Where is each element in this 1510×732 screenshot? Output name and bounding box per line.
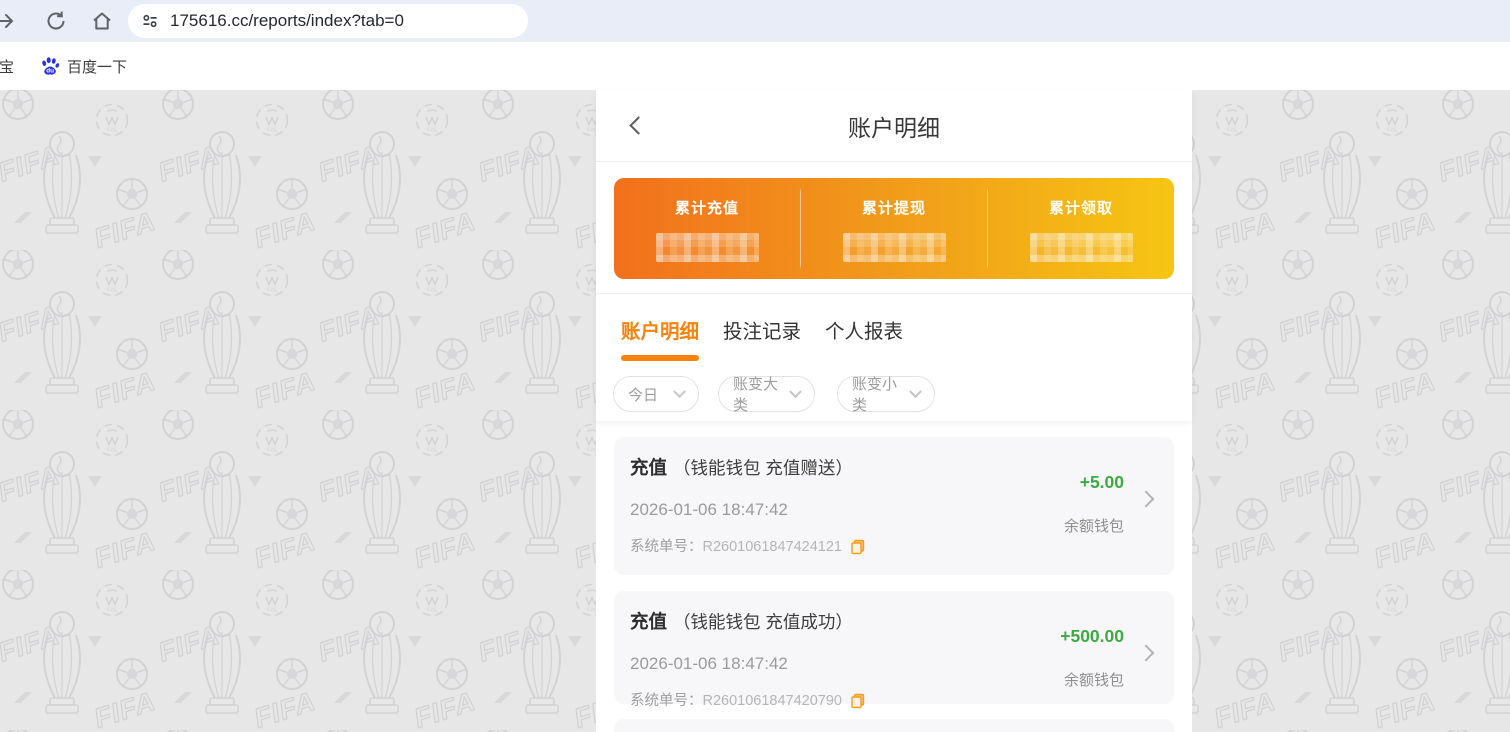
tab-bet-records[interactable]: 投注记录 bbox=[723, 318, 801, 361]
transaction-subtype: （钱能钱包 充值成功） bbox=[673, 612, 853, 632]
svg-text:du: du bbox=[46, 67, 54, 74]
chevron-down-icon bbox=[909, 384, 922, 398]
home-icon[interactable] bbox=[90, 9, 114, 33]
filter-label: 今日 bbox=[628, 386, 659, 404]
screen: 175616.cc/reports/index?tab=0 淘宝 du 百度一下 bbox=[0, 0, 1510, 732]
refresh-icon[interactable] bbox=[44, 9, 68, 33]
address-bar[interactable]: 175616.cc/reports/index?tab=0 bbox=[128, 4, 528, 38]
bookmark-taobao-label: 淘宝 bbox=[0, 58, 15, 76]
transaction-amount: +5.00 bbox=[1079, 472, 1124, 492]
chevron-right-icon[interactable] bbox=[1137, 644, 1155, 662]
transaction-datetime: 2026-01-06 18:47:42 bbox=[630, 654, 788, 673]
transaction-row[interactable]: 充值 （钱能钱包 充值成功） 2026-01-06 18:47:42 系统单号：… bbox=[614, 591, 1174, 709]
transaction-row[interactable]: 充值 （钱能钱包 充值赠送） 2026-01-06 18:47:42 系统单号：… bbox=[614, 437, 1174, 575]
bookmark-baidu[interactable]: du 百度一下 bbox=[40, 56, 127, 77]
filter-label: 账变大类 bbox=[733, 376, 779, 414]
order-number-label: 系统单号： bbox=[630, 693, 703, 709]
panel-top-section: 账户明细 累计充值 累计提现 累计领取 账户明细 投注记录 个人报表 今日 账变… bbox=[596, 90, 1192, 421]
bookmark-baidu-label: 百度一下 bbox=[67, 58, 128, 76]
summary-card: 累计充值 累计提现 累计领取 bbox=[614, 178, 1174, 279]
filter-major-category-dropdown[interactable]: 账变大类 bbox=[718, 376, 815, 414]
tab-label: 个人报表 bbox=[825, 321, 904, 343]
redacted-amount bbox=[1029, 233, 1133, 262]
filter-date-dropdown[interactable]: 今日 bbox=[613, 376, 699, 412]
redacted-amount bbox=[655, 233, 759, 262]
chevron-right-icon[interactable] bbox=[1137, 490, 1155, 508]
page-body: F26 FIFA bbox=[0, 90, 1510, 732]
summary-label: 累计充值 bbox=[674, 200, 739, 217]
order-number: R2601061847420790 bbox=[702, 693, 843, 709]
summary-label: 累计提现 bbox=[861, 200, 926, 217]
summary-total-claimed: 累计领取 bbox=[987, 178, 1174, 279]
browser-toolbar: 175616.cc/reports/index?tab=0 bbox=[0, 0, 1510, 42]
summary-total-withdraw: 累计提现 bbox=[800, 178, 987, 279]
transaction-subtype: （钱能钱包 充值赠送） bbox=[673, 458, 853, 478]
filter-minor-category-dropdown[interactable]: 账变小类 bbox=[837, 376, 935, 414]
summary-label: 累计领取 bbox=[1048, 200, 1113, 217]
tab-personal-report[interactable]: 个人报表 bbox=[825, 318, 903, 361]
transaction-type: 充值 bbox=[630, 457, 668, 478]
chevron-down-icon bbox=[673, 384, 686, 398]
active-tab-underline bbox=[621, 355, 700, 361]
url-text[interactable]: 175616.cc/reports/index?tab=0 bbox=[170, 11, 404, 31]
filter-label: 账变小类 bbox=[852, 376, 898, 414]
order-number-label: 系统单号： bbox=[630, 539, 703, 555]
transaction-type: 充值 bbox=[630, 611, 668, 632]
site-settings-icon[interactable] bbox=[141, 12, 159, 30]
transaction-amount: +500.00 bbox=[1060, 626, 1124, 646]
transaction-amount-block: +5.00 余额钱包 bbox=[1064, 473, 1124, 535]
panel-header: 账户明细 bbox=[596, 90, 1192, 162]
section-divider bbox=[596, 293, 1192, 294]
tab-label: 账户明细 bbox=[621, 321, 700, 343]
transaction-wallet: 余额钱包 bbox=[1063, 672, 1124, 689]
copy-icon[interactable] bbox=[850, 693, 866, 709]
order-number: R2601061847424121 bbox=[702, 539, 843, 555]
transaction-wallet: 余额钱包 bbox=[1063, 518, 1124, 535]
summary-total-recharge: 累计充值 bbox=[614, 178, 800, 279]
bookmark-taobao[interactable]: 淘宝 bbox=[0, 56, 14, 77]
account-panel: 账户明细 累计充值 累计提现 累计领取 账户明细 投注记录 个人报表 今日 账变… bbox=[596, 90, 1192, 732]
filter-bar: 今日 账变大类 账变小类 bbox=[613, 376, 935, 414]
transaction-amount-block: +500.00 余额钱包 bbox=[1060, 627, 1124, 689]
forward-icon[interactable] bbox=[0, 9, 17, 33]
tab-label: 投注记录 bbox=[723, 321, 802, 343]
transaction-datetime: 2026-01-06 18:47:42 bbox=[630, 500, 788, 519]
tab-bar: 账户明细 投注记录 个人报表 bbox=[621, 318, 903, 361]
copy-icon[interactable] bbox=[850, 539, 866, 555]
page-title: 账户明细 bbox=[848, 115, 940, 141]
baidu-paw-icon: du bbox=[42, 57, 60, 75]
transaction-row-partial[interactable] bbox=[614, 719, 1174, 732]
tab-account-details[interactable]: 账户明细 bbox=[621, 318, 700, 361]
bookmarks-bar: 淘宝 du 百度一下 bbox=[0, 42, 1510, 90]
redacted-amount bbox=[842, 233, 946, 262]
transaction-info: 充值 （钱能钱包 充值赠送） 2026-01-06 18:47:42 系统单号：… bbox=[630, 457, 866, 555]
transaction-info: 充值 （钱能钱包 充值成功） 2026-01-06 18:47:42 系统单号：… bbox=[630, 611, 866, 709]
